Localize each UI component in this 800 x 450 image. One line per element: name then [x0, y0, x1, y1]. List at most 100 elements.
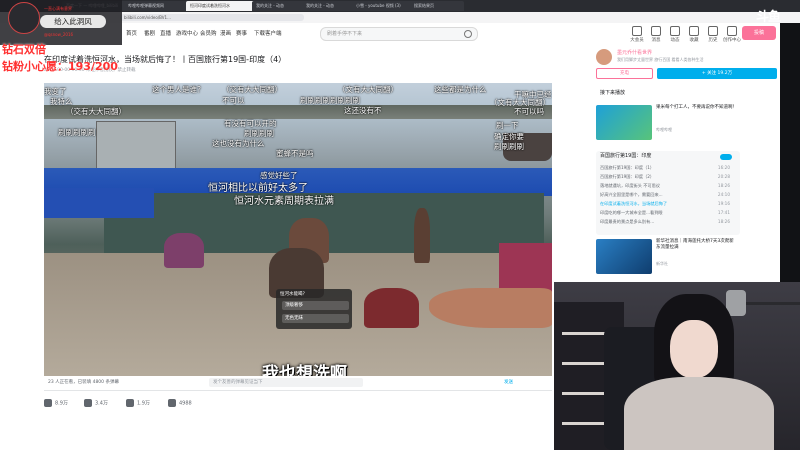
danmaku: 蜜蜂不是吗 [276, 149, 314, 158]
browser-tab[interactable]: 搜索结果页 [410, 1, 464, 11]
coin-button[interactable]: 3.4万 [84, 399, 108, 407]
nav-events[interactable]: 赛事 [236, 29, 247, 37]
poll-popup: 恒河水能喝？ 顶级奢侈 无色无味 [276, 289, 352, 329]
playlist-item[interactable]: 印度吃的哪一大城市全是...看到眼 17:41 [600, 208, 736, 217]
dynamic-icon [670, 26, 680, 36]
nav-label: 大会员 [630, 38, 644, 43]
playlist-item[interactable]: 百国旅行第19国：印度（2） 20:28 [600, 172, 736, 181]
playlist-item-title: 落地就遇坑，印度街头 不可思议 [600, 183, 660, 188]
video-actions: 8.9万 3.4万 1.9万 4988 [44, 397, 552, 411]
danmaku: 这个男人是谁？ [152, 85, 205, 94]
nav-label: 动态 [670, 38, 680, 43]
playlist-item[interactable]: 落地就遇坑，印度街头 不可思议 18:26 [600, 181, 736, 190]
browser-tab[interactable]: 我的关注 - 动态 [302, 1, 356, 11]
related-card[interactable]: 新华社消息｜南海莲托大桥7天3次爬新东流量拉满 新华社 [596, 239, 740, 275]
playlist-item-title: 印度最贵的景点是多么别有... [600, 219, 655, 224]
danmaku: （文有大大同翻） [338, 85, 398, 94]
related-card[interactable]: 果米每个打工人，不要再说你不知道啊！ 哔哩哔哩 [596, 105, 740, 141]
browser-tab-active[interactable]: 恒河印度试着洗恒河水 [186, 1, 256, 11]
nav-download[interactable]: 下载客户端 [254, 29, 282, 37]
search-placeholder: 刷着手停不下来 [327, 31, 363, 37]
playlist-item-title: 在印度试着洗恒河水，当场就后悔了 [600, 201, 668, 206]
browser-tab[interactable]: 小雪 - youtube 视频 (3) [352, 1, 414, 11]
playlist-item-duration: 19:16 [717, 201, 730, 206]
danmaku: 恒河水元素周期表拉满 [234, 196, 334, 207]
playlist-item[interactable]: 百国旅行第19国：印度（1） 16:20 [600, 163, 736, 172]
stream-overlay-badge: 一直心满有意界 给入此洞风 @qsnow_2016 [0, 0, 122, 45]
vip-icon [632, 26, 642, 36]
danmaku: 这也没有为什么 [212, 139, 265, 148]
upload-button[interactable]: 投稿 [742, 26, 776, 40]
url-field[interactable]: bilibili.com/video/BV1... [120, 14, 304, 21]
danmaku: （交有大大同翻） [66, 107, 126, 116]
nav-anime[interactable]: 番剧 [144, 29, 155, 37]
playlist-item-title: 好高兴全国里是哪个，需要回来... [600, 192, 663, 197]
streamer-face [670, 320, 718, 378]
floating-hut [96, 121, 176, 173]
star-icon [126, 399, 134, 407]
mic-boom [742, 302, 800, 305]
playlist-title: 百国旅行第19国：印度 [600, 153, 652, 159]
uploader-avatar[interactable] [596, 49, 612, 65]
related-heading: 接下来播放 [600, 90, 626, 96]
card-source: 新华社 [656, 261, 668, 266]
nav-creator[interactable]: 创作中心 [721, 26, 743, 43]
nav-mall[interactable]: 会员购 [200, 29, 217, 37]
join-button[interactable]: 给入此洞风 [40, 15, 106, 28]
danmaku-input[interactable]: 发个友善的弹幕见证当下 [209, 378, 363, 387]
card-source: 哔哩哔哩 [656, 127, 672, 132]
charge-button[interactable]: 充电 [596, 68, 653, 79]
nav-live[interactable]: 直播 [160, 29, 171, 37]
danmaku: 刷刷刷刷刷 [58, 128, 96, 137]
send-danmaku-button[interactable]: 发送 [504, 379, 513, 385]
danmaku: 刷一下 [496, 121, 519, 130]
search-icon[interactable] [464, 30, 472, 38]
like-count: 8.9万 [55, 400, 68, 407]
card-thumbnail [596, 105, 652, 140]
coin-count: 3.4万 [95, 400, 108, 407]
favorite-button[interactable]: 1.9万 [126, 399, 150, 407]
playlist-item-duration: 17:41 [717, 210, 730, 215]
playlist-item-duration: 18:26 [717, 183, 730, 188]
thumb-up-icon [44, 399, 52, 407]
video-player[interactable]: 我变了 我特么 （交有大大同翻） 刷刷刷刷刷 这个男人是谁？ （交有大大同翻） … [44, 83, 552, 376]
douyu-logo: 斗鱼 [756, 10, 781, 25]
danmaku: 不可以 [222, 96, 245, 105]
nav-home[interactable]: 首页 [126, 29, 137, 37]
like-button[interactable]: 8.9万 [44, 399, 68, 407]
nav-games[interactable]: 游戏中心 [176, 29, 198, 37]
card-title: 新华社消息｜南海莲托大桥7天3次爬新东流量拉满 [656, 239, 734, 250]
autoplay-toggle[interactable] [720, 154, 732, 160]
fav-count: 1.9万 [137, 400, 150, 407]
card-title: 果米每个打工人，不要再说你不知道啊！ [656, 105, 737, 110]
streamer-hoodie [624, 377, 774, 450]
playlist-item-current[interactable]: 在印度试着洗恒河水，当场就后悔了 19:16 [600, 199, 736, 208]
playlist-item[interactable]: 印度最贵的景点是多么别有... 18:26 [600, 217, 736, 226]
playlist-item[interactable]: 好高兴全国里是哪个，需要回来... 24:10 [600, 190, 736, 199]
browser-tab[interactable]: 哔哩哔哩弹幕视频网 [124, 1, 190, 11]
share-button[interactable]: 4988 [168, 399, 192, 407]
diamond-double-banner: 钻石双倍 [2, 43, 46, 56]
fan-wish-progress: 钻粉小心愿：193/200 [2, 60, 118, 73]
browser-tab[interactable]: 我的关注 - 动态 [252, 1, 306, 11]
nav-label: 创作中心 [723, 38, 741, 43]
playlist-item-title: 百国旅行第19国：印度（2） [600, 174, 655, 179]
nav-comics[interactable]: 漫画 [220, 29, 231, 37]
danmaku-bar: 23 人正在看，已装填 4800 条弹幕 发个友善的弹幕见证当下 发送 [44, 376, 552, 391]
streamer-avatar [8, 2, 40, 34]
blue-dock-left [44, 188, 154, 218]
follow-button[interactable]: + 关注 19.2万 [657, 68, 777, 79]
playlist-item-duration: 16:20 [717, 165, 730, 170]
playlist-item-title: 百国旅行第19国：印度（1） [600, 165, 655, 170]
overlay-caption: 一直心满有意界 [44, 6, 72, 11]
search-input[interactable]: 刷着手停不下来 [320, 27, 478, 41]
star-icon [689, 26, 699, 36]
uploader-name[interactable]: 墨元乔什看世界 [617, 49, 652, 56]
streamer-webcam [554, 282, 800, 450]
viewer-count: 23 人正在看，已装填 4800 条弹幕 [48, 380, 119, 385]
nav-label: 消息 [651, 38, 661, 43]
share-count: 4988 [179, 400, 192, 407]
playlist-item-duration: 20:28 [717, 174, 730, 179]
poll-option[interactable]: 无色无味 [282, 314, 349, 323]
poll-option[interactable]: 顶级奢侈 [282, 301, 349, 310]
